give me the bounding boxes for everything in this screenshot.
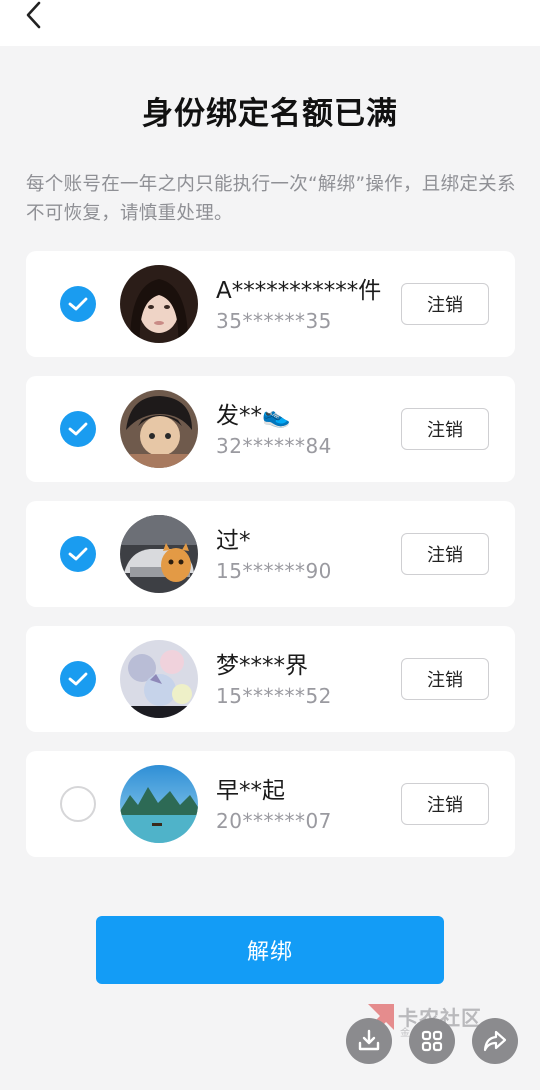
avatar — [120, 765, 198, 843]
account-number: 32******84 — [216, 434, 332, 458]
cancel-button[interactable]: 注销 — [401, 783, 489, 825]
avatar — [120, 515, 198, 593]
account-card[interactable]: 过* 15******90 注销 — [26, 501, 515, 607]
account-number: 20******07 — [216, 809, 332, 833]
cancel-button[interactable]: 注销 — [401, 283, 489, 325]
account-name: A***********件 — [216, 278, 382, 304]
unbind-button[interactable]: 解绑 — [96, 916, 444, 984]
description-text: 每个账号在一年之内只能执行一次“解绑”操作，且绑定关系不可恢复，请慎重处理。 — [26, 174, 516, 224]
back-chevron-left-icon[interactable] — [22, 0, 46, 30]
share-fab[interactable] — [472, 1018, 518, 1064]
cancel-button[interactable]: 注销 — [401, 533, 489, 575]
account-number: 35******35 — [216, 309, 332, 333]
checked-circle-icon[interactable] — [60, 286, 96, 322]
account-name: 早**起 — [216, 778, 285, 804]
unchecked-circle-icon[interactable] — [60, 786, 96, 822]
avatar — [120, 265, 198, 343]
account-card[interactable]: 早**起 20******07 注销 — [26, 751, 515, 857]
account-number: 15******52 — [216, 684, 332, 708]
account-name: 梦****界 — [216, 653, 308, 679]
account-card[interactable]: 发**👟 32******84 注销 — [26, 376, 515, 482]
account-number: 15******90 — [216, 559, 332, 583]
checked-circle-icon[interactable] — [60, 661, 96, 697]
top-bar — [0, 0, 540, 46]
checked-circle-icon[interactable] — [60, 411, 96, 447]
share-arrow-icon — [483, 1030, 507, 1052]
apps-fab[interactable] — [409, 1018, 455, 1064]
page-title: 身份绑定名额已满 — [142, 96, 398, 132]
account-name: 发**👟 — [216, 403, 291, 429]
grid-icon — [421, 1030, 443, 1052]
avatar — [120, 640, 198, 718]
account-card[interactable]: 梦****界 15******52 注销 — [26, 626, 515, 732]
cancel-button[interactable]: 注销 — [401, 408, 489, 450]
download-icon — [358, 1029, 380, 1051]
avatar — [120, 390, 198, 468]
account-card[interactable]: A***********件 35******35 注销 — [26, 251, 515, 357]
download-fab[interactable] — [346, 1018, 392, 1064]
account-name: 过* — [216, 528, 251, 554]
cancel-button[interactable]: 注销 — [401, 658, 489, 700]
checked-circle-icon[interactable] — [60, 536, 96, 572]
